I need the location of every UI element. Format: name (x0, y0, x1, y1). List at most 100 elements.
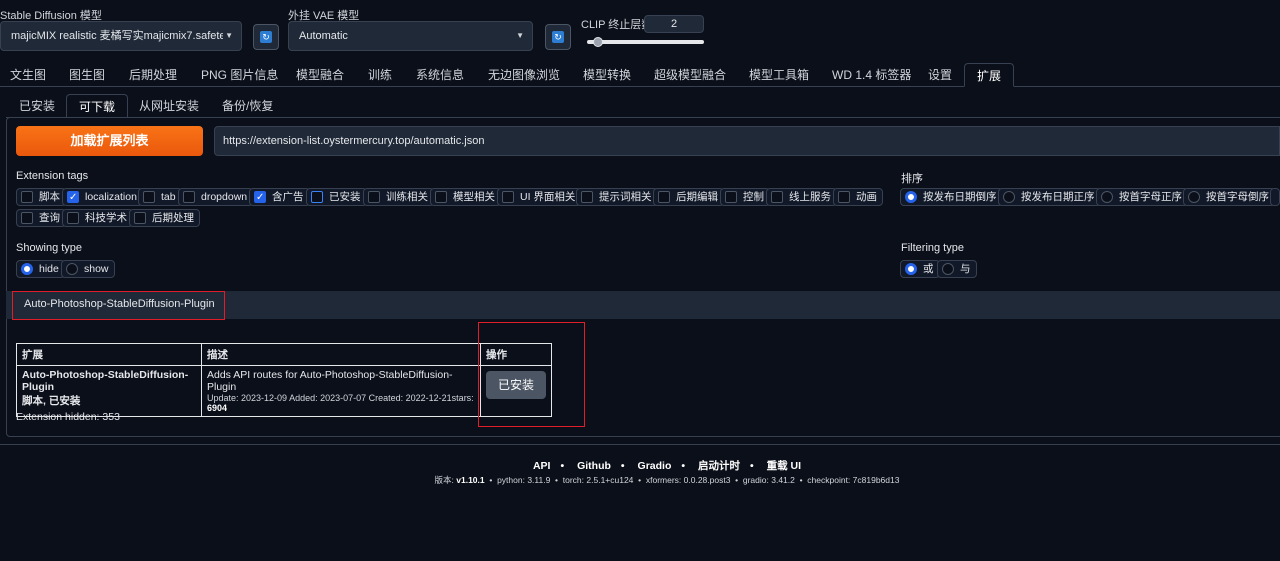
tag-checkbox[interactable]: 已安装 (306, 188, 367, 206)
chevron-down-icon: ▼ (225, 31, 233, 40)
tag-checkbox[interactable]: 科技学术 (62, 209, 133, 227)
subtab-backup-restore[interactable]: 备份/恢复 (222, 94, 273, 118)
tag-checkbox[interactable]: 后期编辑 (653, 188, 724, 206)
radio-icon (1101, 191, 1113, 203)
tag-checkbox[interactable]: 模型相关 (430, 188, 501, 206)
footer-versions: 版本: v1.10.1 • python: 3.11.9 • torch: 2.… (434, 475, 900, 485)
extension-name[interactable]: Auto-Photoshop-StableDiffusion-Plugin (22, 369, 196, 393)
tag-checkbox[interactable]: 后期处理 (129, 209, 200, 227)
table-row: Auto-Photoshop-StableDiffusion-Plugin 脚本… (16, 365, 552, 417)
checkbox-icon (725, 191, 737, 203)
version-value: v1.10.1 (456, 475, 485, 485)
tab-wd14-tagger[interactable]: WD 1.4 标签器 (832, 63, 911, 87)
clip-slider-thumb[interactable] (592, 37, 603, 47)
footer-links: API • Github • Gradio • 启动计时 • 重载 UI (532, 460, 802, 472)
footer-link-gradio[interactable]: Gradio (638, 460, 672, 472)
table-header: 扩展 (16, 343, 202, 366)
tag-checkbox[interactable]: 脚本 (16, 188, 66, 206)
clip-number-input[interactable]: 2 (644, 15, 704, 33)
tab-system-info[interactable]: 系统信息 (416, 63, 464, 87)
showing-radio-show[interactable]: show (61, 260, 115, 278)
extension-table: 扩展 描述 操作 Auto-Photoshop-StableDiffusion-… (16, 343, 552, 417)
tag-checkbox[interactable]: 控制 (720, 188, 770, 206)
sort-radio[interactable]: 按首字母倒序 (1183, 188, 1275, 206)
tag-checkbox[interactable]: 含广告 (249, 188, 310, 206)
checkbox-icon (134, 212, 146, 224)
tag-checkbox[interactable]: tab (138, 188, 182, 206)
main-tab-bar: 文生图 图生图 后期处理 PNG 图片信息 模型融合 训练 系统信息 无边图像浏… (0, 63, 1280, 87)
filtering-type-label: Filtering type (901, 242, 964, 254)
chevron-down-icon: ▼ (516, 31, 524, 40)
showing-radio-hide[interactable]: hide (16, 260, 65, 278)
checkbox-icon (658, 191, 670, 203)
tab-image-browser[interactable]: 无边图像浏览 (488, 63, 560, 87)
checkbox-icon (581, 191, 593, 203)
checkbox-icon (368, 191, 380, 203)
footer-link-api[interactable]: API (533, 460, 551, 472)
checkbox-icon (21, 212, 33, 224)
tag-checkbox[interactable]: 查询 (16, 209, 66, 227)
checkbox-icon (311, 191, 323, 203)
tab-img2img[interactable]: 图生图 (69, 63, 105, 87)
tab-extensions[interactable]: 扩展 (964, 63, 1015, 87)
extension-meta: Update: 2023-12-09 Added: 2023-07-07 Cre… (207, 393, 474, 403)
vae-select[interactable]: Automatic ▼ (288, 21, 533, 51)
filtering-radio-and[interactable]: 与 (937, 260, 977, 278)
tag-checkbox[interactable]: 动画 (833, 188, 883, 206)
radio-selected-icon (905, 191, 917, 203)
tab-txt2img[interactable]: 文生图 (10, 63, 46, 87)
table-header: 描述 (201, 343, 481, 366)
footer-link-reload-ui[interactable]: 重载 UI (767, 460, 801, 472)
sd-model-select[interactable]: majicMIX realistic 麦橘写实majicmix7.safeten… (0, 21, 242, 51)
radio-icon (66, 263, 78, 275)
tab-settings[interactable]: 设置 (928, 63, 952, 87)
tag-checkbox[interactable]: localization (62, 188, 143, 206)
clip-label: CLIP 终止层数 (581, 19, 653, 31)
extension-stars: 6904 (207, 403, 228, 413)
sort-radio[interactable]: 按首字母正序 (1096, 188, 1188, 206)
sort-radio[interactable]: 按发布日期倒序 (900, 188, 1003, 206)
extension-description: Adds API routes for Auto-Photoshop-Stabl… (207, 369, 453, 393)
tab-super-merger[interactable]: 超级模型融合 (654, 63, 726, 87)
radio-selected-icon (905, 263, 917, 275)
tab-model-converter[interactable]: 模型转换 (583, 63, 631, 87)
checkbox-icon (838, 191, 850, 203)
checkbox-icon (67, 212, 79, 224)
checkbox-icon (21, 191, 33, 203)
subtab-install-from-url[interactable]: 从网址安装 (139, 94, 199, 118)
sort-label: 排序 (901, 173, 923, 185)
load-extension-list-button[interactable]: 加载扩展列表 (16, 126, 203, 156)
tab-model-toolkit[interactable]: 模型工具箱 (749, 63, 809, 87)
footer-link-github[interactable]: Github (577, 460, 611, 472)
sort-radio-overflow[interactable] (1270, 188, 1280, 206)
tag-checkbox[interactable]: UI 界面相关 (497, 188, 582, 206)
tag-checkbox[interactable]: dropdown (178, 188, 254, 206)
subtab-installed[interactable]: 已安装 (19, 94, 55, 118)
tag-checkbox[interactable]: 训练相关 (363, 188, 434, 206)
radio-icon (942, 263, 954, 275)
checkbox-icon (771, 191, 783, 203)
tab-png-info[interactable]: PNG 图片信息 (201, 63, 278, 87)
footer-link-startup-profile[interactable]: 启动计时 (698, 460, 740, 472)
extension-index-url-input[interactable]: https://extension-list.oystermercury.top… (214, 126, 1280, 156)
clip-slider-track[interactable] (587, 40, 704, 44)
refresh-sd-model-button[interactable]: ↻ (253, 24, 279, 50)
filtering-radio-or[interactable]: 或 (900, 260, 940, 278)
extension-tags: 脚本, 已安装 (22, 395, 81, 407)
refresh-vae-button[interactable]: ↻ (545, 24, 571, 50)
tab-train[interactable]: 训练 (368, 63, 392, 87)
sub-tab-bar: 已安装 可下载 从网址安装 备份/恢复 (6, 94, 1280, 118)
sort-radio[interactable]: 按发布日期正序 (998, 188, 1101, 206)
radio-icon (1188, 191, 1200, 203)
tag-checkbox[interactable]: 线上服务 (766, 188, 837, 206)
subtab-available[interactable]: 可下载 (66, 94, 129, 118)
radio-icon (1003, 191, 1015, 203)
sd-model-value: majicMIX realistic 麦橘写实majicmix7.safeten… (11, 30, 223, 42)
tab-extras[interactable]: 后期处理 (129, 63, 177, 87)
checkbox-checked-icon (254, 190, 266, 206)
checkbox-icon (143, 191, 155, 203)
tag-checkbox[interactable]: 提示词相关 (576, 188, 658, 206)
checkbox-icon (183, 191, 195, 203)
tab-checkpoint-merger[interactable]: 模型融合 (296, 63, 344, 87)
checkbox-icon (435, 191, 447, 203)
